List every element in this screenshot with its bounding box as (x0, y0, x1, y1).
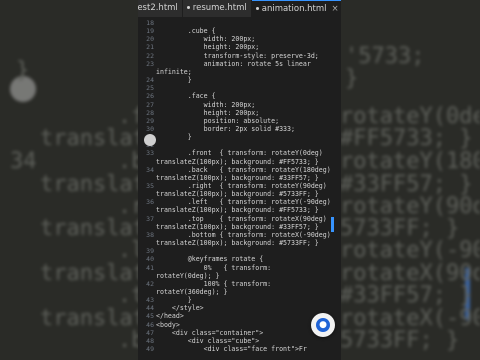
close-icon[interactable]: × (332, 4, 339, 14)
code-line: <div class="face front">Fr (156, 345, 307, 353)
code-line: 100% { transform: (156, 279, 272, 288)
line-number: 47 (146, 328, 154, 337)
line-number: 46 (146, 320, 154, 329)
tab-test2-html[interactable]: test2.html (138, 0, 183, 17)
line-number: 18 (146, 19, 154, 27)
line-number: 23 (146, 59, 154, 68)
code-line: width: 200px; (156, 35, 256, 44)
tab-label: resume.html (192, 3, 247, 13)
line-number: 28 (146, 108, 154, 117)
code-line: animation: rotate 5s linear (156, 59, 311, 68)
code-line: 0% { transform: (156, 263, 272, 272)
touch-indicator-icon (144, 134, 156, 146)
background-code-fragment: #33FF57; } (340, 283, 473, 308)
code-line: .front { transform: rotateY(0deg) (156, 149, 323, 158)
globe-icon: ● (316, 318, 330, 332)
line-number: 34 (146, 165, 154, 174)
line-number: 38 (146, 230, 154, 239)
line-number: 29 (146, 116, 154, 125)
code-line: height: 200px; (156, 43, 260, 52)
code-line: .bottom { transform: rotateX(-90deg) (156, 230, 331, 239)
background-code-fragment: } (16, 58, 30, 83)
line-number: 21 (146, 43, 154, 52)
code-line: </head> (156, 312, 184, 321)
code-line: <body> (156, 320, 180, 329)
tab-animation-html[interactable]: animation.html × (251, 0, 341, 17)
line-number: 39 (146, 247, 154, 256)
code-line: translateZ(100px); background: #33FF57; … (156, 222, 319, 231)
code-line: translateZ(100px); background: #5733FF; … (156, 239, 319, 248)
code-line: position: absolute; (156, 116, 280, 125)
code-line: </style> (156, 304, 204, 313)
tab-resume-html[interactable]: resume.html (183, 0, 252, 17)
line-number: 42 (146, 279, 154, 288)
tab-label: animation.html (261, 4, 327, 14)
line-number: 24 (146, 76, 154, 85)
line-number: 20 (146, 35, 154, 44)
code-line: .right { transform: rotateY(90deg) (156, 182, 327, 190)
code-line: .back { transform: rotateY(180deg) (156, 165, 331, 174)
code-editor-window: test2.html resume.html animation.html × 18 1… (138, 0, 341, 360)
scroll-position-marker[interactable] (331, 217, 334, 232)
code-line: .left { transform: rotateY(-90deg) (156, 198, 331, 207)
line-number: 36 (146, 198, 154, 207)
code-line: } (156, 133, 192, 142)
unsaved-dot-icon (186, 6, 190, 9)
tab-label: test2.html (138, 3, 178, 13)
line-number: 41 (146, 263, 154, 272)
line-number: 44 (146, 304, 154, 313)
background-code-fragment: #FF5733; } (340, 126, 473, 151)
background-code-fragment: rotateY(-90deg) (340, 238, 480, 263)
line-number: 26 (146, 92, 154, 101)
code-line: border: 2px solid #333; (156, 124, 295, 133)
code-line: translateZ(100px); background: #33FF57; … (156, 173, 319, 182)
code-line: <div class="container"> (156, 328, 264, 337)
code-line: } (156, 296, 192, 305)
code-line: translateZ(100px); background: #FF5733; … (156, 157, 319, 166)
line-number: 35 (146, 182, 154, 190)
background-code-fragment: rotateY(180deg) (340, 149, 480, 174)
line-number: 30 (146, 124, 154, 133)
line-number: 27 (146, 100, 154, 109)
background-code-fragment: } (345, 66, 359, 91)
code-line: transform-style: preserve-3d; (156, 51, 319, 60)
code-line: .cube { (156, 27, 216, 36)
line-number: 43 (146, 296, 154, 305)
line-number: 49 (146, 345, 154, 353)
unsaved-dot-icon (255, 7, 259, 10)
code-line: translateZ(100px); background: #5733FF; … (156, 190, 319, 199)
code-line: width: 200px; (156, 100, 256, 109)
line-number: 37 (146, 214, 154, 223)
code-line: .face { (156, 92, 216, 101)
line-number: 33 (146, 149, 154, 158)
tab-bar: test2.html resume.html animation.html × (138, 0, 341, 17)
line-number: 22 (146, 51, 154, 60)
code-line: <div class="cube"> (156, 336, 260, 345)
code-line: .top { transform: rotateX(90deg) (156, 214, 327, 223)
code-line: height: 200px; (156, 108, 260, 117)
code-line: rotateY(0deg); } (156, 271, 220, 280)
code-line: @keyframes rotate { (156, 255, 264, 264)
background-code-fragment: 34 (10, 149, 37, 174)
code-line: translateZ(100px); background: #FF5733; … (156, 206, 319, 215)
code-line: rotateY(360deg); } (156, 287, 228, 296)
line-number: 25 (146, 84, 154, 93)
code-line: infinite; (156, 67, 192, 76)
line-number: 48 (146, 336, 154, 345)
code-line: } (156, 76, 192, 85)
line-number: 19 (146, 27, 154, 36)
line-number: 45 (146, 312, 154, 321)
code-area[interactable]: 18 19 .cube {20 width: 200px; 21 height: 2… (138, 17, 341, 360)
floating-action-button[interactable]: ● (311, 313, 335, 337)
line-number: 40 (146, 255, 154, 264)
background-code-fragment: 5733FF; } (340, 328, 460, 353)
